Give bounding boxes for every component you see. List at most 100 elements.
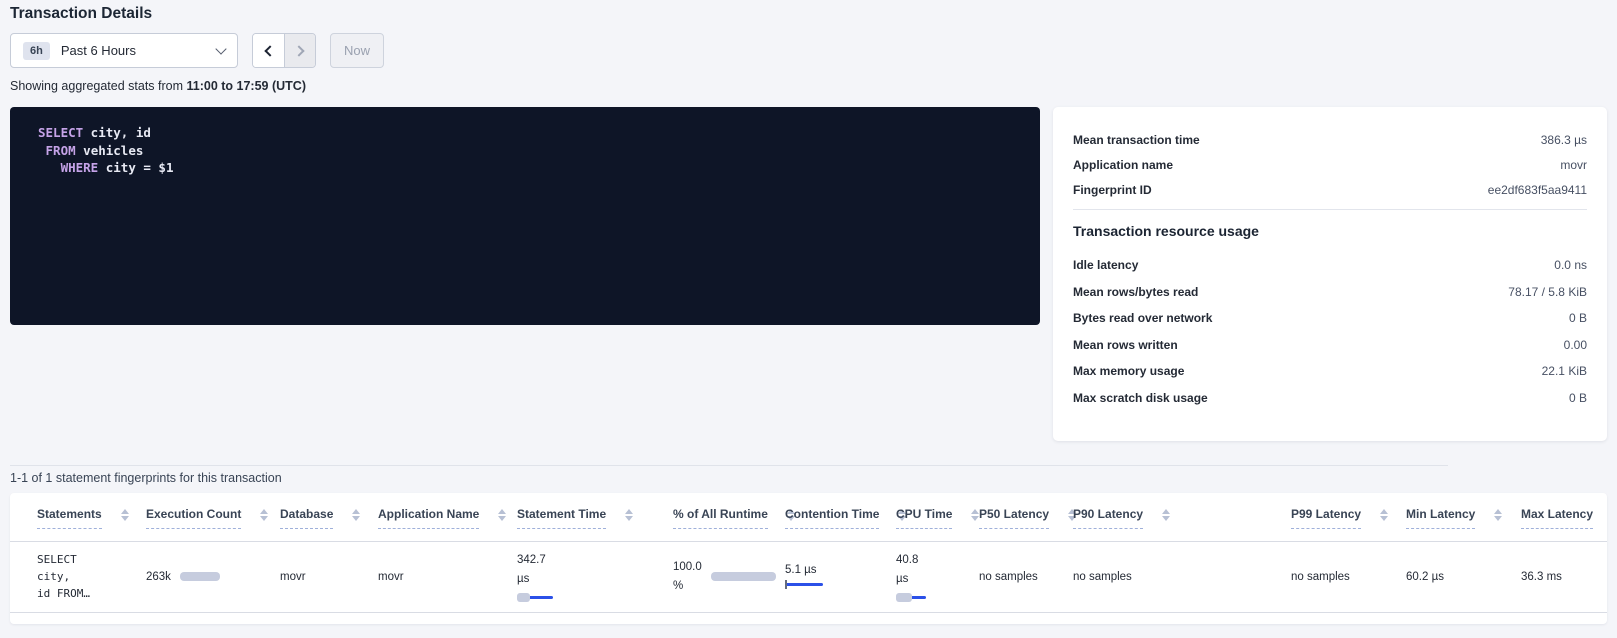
- sql-text: city, id: [83, 125, 151, 140]
- pct-runtime-bar: [711, 572, 776, 581]
- column-header-min-latency[interactable]: Min Latency: [1379, 493, 1494, 541]
- chevron-right-icon: [293, 45, 304, 56]
- fingerprints-count-caption: 1-1 of 1 statement fingerprints for this…: [10, 471, 282, 485]
- cell-p99-latency: no samples: [1264, 541, 1379, 612]
- time-range-badge: 6h: [23, 42, 50, 60]
- pct-runtime-value: 100.0: [673, 558, 702, 577]
- stat-label: Max scratch disk usage: [1073, 391, 1208, 405]
- column-header-label: P90 Latency: [1073, 507, 1143, 529]
- statements-table-card: Statements Execution Count Database Appl…: [10, 493, 1607, 624]
- sort-icon: [625, 509, 633, 521]
- column-header-label: Database: [280, 507, 333, 529]
- stat-value: 22.1 KiB: [1542, 364, 1587, 378]
- bar-mean-blob: [896, 593, 912, 602]
- column-header-max-latency[interactable]: Max Latency: [1494, 493, 1607, 541]
- sort-icon: [260, 509, 268, 521]
- column-header-label: CPU Time: [896, 507, 952, 529]
- cell-application-name: movr: [351, 541, 490, 612]
- column-header-label: Execution Count: [146, 507, 241, 529]
- column-header-label: Max Latency: [1521, 507, 1593, 529]
- stat-row-mean-rows-written: Mean rows written 0.00: [1073, 332, 1587, 359]
- stat-row-application-name: Application name movr: [1073, 152, 1587, 177]
- sql-indent: [38, 160, 61, 175]
- chevron-down-icon: [215, 43, 226, 54]
- stat-value: movr: [1560, 158, 1587, 172]
- sql-keyword: WHERE: [61, 160, 99, 175]
- stat-row-mean-rows-bytes-read: Mean rows/bytes read 78.17 / 5.8 KiB: [1073, 279, 1587, 306]
- column-header-label: % of All Runtime: [673, 507, 768, 529]
- stat-value: 78.17 / 5.8 KiB: [1508, 285, 1587, 299]
- column-header-label: Min Latency: [1406, 507, 1475, 529]
- stat-label: Mean rows written: [1073, 338, 1178, 352]
- stat-label: Mean transaction time: [1073, 133, 1200, 147]
- cell-pct-runtime: 100.0 %: [646, 541, 758, 612]
- statement-link[interactable]: SELECT city, id FROM…: [37, 551, 115, 602]
- time-window-nav: [252, 33, 316, 68]
- cpu-time-value: 40.8: [896, 551, 948, 570]
- stat-label: Idle latency: [1073, 258, 1138, 272]
- stat-label: Bytes read over network: [1073, 311, 1212, 325]
- cell-cpu-time: 40.8 µs: [869, 541, 952, 612]
- card-divider: [1073, 209, 1587, 210]
- sort-icon: [352, 509, 360, 521]
- section-divider: [10, 465, 1448, 466]
- sort-icon: [498, 509, 506, 521]
- column-header-statement-time[interactable]: Statement Time: [490, 493, 646, 541]
- column-header-application-name[interactable]: Application Name: [351, 493, 490, 541]
- table-header-row: Statements Execution Count Database Appl…: [10, 493, 1607, 541]
- stat-label: Application name: [1073, 158, 1173, 172]
- stat-label: Max memory usage: [1073, 364, 1184, 378]
- time-range-select[interactable]: 6h Past 6 Hours: [10, 33, 238, 68]
- execution-count-bar: [180, 572, 220, 581]
- column-header-p99-latency[interactable]: P99 Latency: [1264, 493, 1379, 541]
- stat-value: 0 B: [1569, 311, 1587, 325]
- statement-time-bar-chart: [517, 593, 559, 602]
- column-header-label: P50 Latency: [979, 507, 1049, 529]
- statement-row: SELECT city, id FROM… 263k movr movr 342…: [10, 541, 1607, 612]
- sort-icon: [1162, 509, 1170, 521]
- cell-p90-latency: no samples: [1046, 541, 1264, 612]
- sql-query-text: SELECT city, id FROM vehicles WHERE city…: [38, 124, 1012, 177]
- sql-text: city = $1: [98, 160, 173, 175]
- cell-p50-latency: no samples: [952, 541, 1046, 612]
- previous-window-button[interactable]: [253, 34, 284, 67]
- stat-row-bytes-read-over-network: Bytes read over network 0 B: [1073, 305, 1587, 332]
- page-title: Transaction Details: [10, 5, 152, 23]
- stat-value: ee2df683f5aa9411: [1488, 183, 1587, 197]
- column-header-label: Statement Time: [517, 507, 606, 529]
- now-button[interactable]: Now: [330, 33, 384, 68]
- aggregated-stats-caption: Showing aggregated stats from 11:00 to 1…: [10, 79, 306, 93]
- stat-value: 386.3 µs: [1541, 133, 1587, 147]
- stat-value: 0 B: [1569, 391, 1587, 405]
- statement-text-line: id FROM…: [37, 585, 115, 602]
- sql-query-box: SELECT city, id FROM vehicles WHERE city…: [10, 107, 1040, 325]
- next-window-button[interactable]: [284, 34, 315, 67]
- stat-value: 0.0 ns: [1554, 258, 1587, 272]
- statement-time-value: 342.7: [517, 551, 642, 570]
- execution-count-value: 263k: [146, 571, 171, 583]
- stat-row-max-memory-usage: Max memory usage 22.1 KiB: [1073, 358, 1587, 385]
- column-header-label: Contention Time: [785, 507, 879, 529]
- sql-indent: [38, 143, 46, 158]
- transaction-details-page: { "header": { "title": "Transaction Deta…: [0, 0, 1617, 638]
- resource-usage-title: Transaction resource usage: [1073, 223, 1587, 239]
- column-header-statements[interactable]: Statements: [10, 493, 119, 541]
- column-header-execution-count[interactable]: Execution Count: [119, 493, 253, 541]
- sort-icon: [1494, 509, 1502, 521]
- statement-text-line: SELECT city,: [37, 551, 115, 585]
- column-header-pct-runtime[interactable]: % of All Runtime: [646, 493, 758, 541]
- cpu-time-unit: µs: [896, 570, 948, 589]
- column-header-label: P99 Latency: [1291, 507, 1361, 529]
- stat-value: 0.00: [1564, 338, 1587, 352]
- time-range-label: Past 6 Hours: [61, 43, 136, 58]
- stat-row-fingerprint-id: Fingerprint ID ee2df683f5aa9411: [1073, 177, 1587, 202]
- statement-time-unit: µs: [517, 570, 642, 589]
- cell-statement-time: 342.7 µs: [490, 541, 646, 612]
- sql-text: vehicles: [76, 143, 144, 158]
- column-header-label: Statements: [37, 507, 102, 529]
- bar-mean-blob: [517, 593, 530, 602]
- statements-table: Statements Execution Count Database Appl…: [10, 493, 1607, 613]
- chevron-left-icon: [264, 45, 275, 56]
- column-header-p90-latency[interactable]: P90 Latency: [1046, 493, 1264, 541]
- column-header-label: Application Name: [378, 507, 479, 529]
